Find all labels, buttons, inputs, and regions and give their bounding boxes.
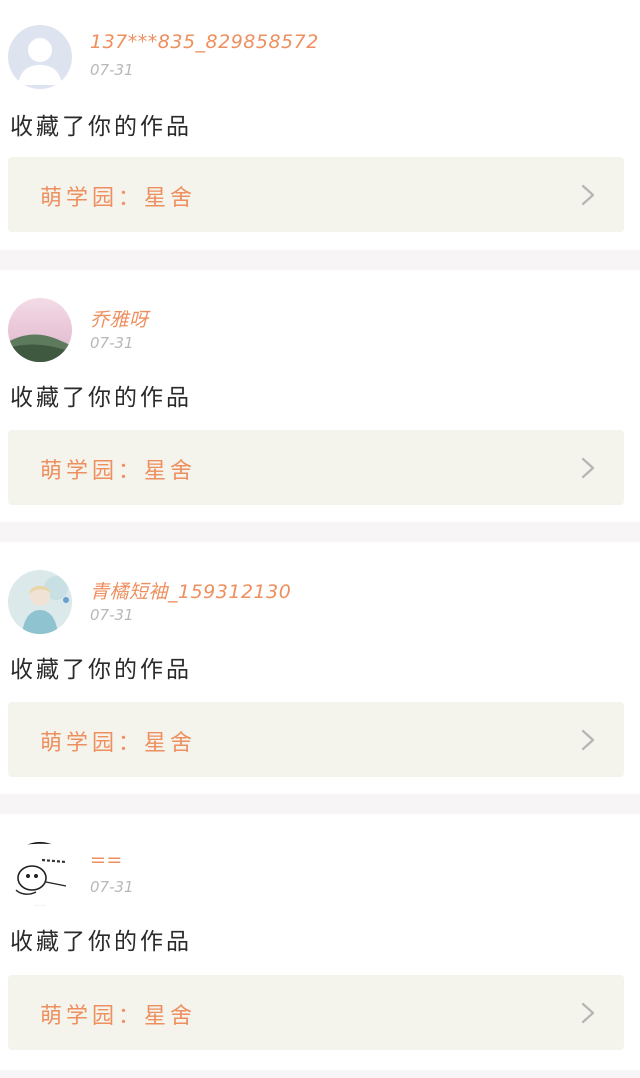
- timestamp: 07-31: [90, 334, 134, 352]
- avatar[interactable]: [8, 842, 72, 906]
- avatar[interactable]: [8, 570, 72, 634]
- work-link-button[interactable]: 萌学园：星舍: [8, 975, 624, 1050]
- avatar[interactable]: [8, 25, 72, 89]
- timestamp: 07-31: [90, 606, 134, 624]
- avatar[interactable]: [8, 298, 72, 362]
- chevron-right-icon: [580, 728, 596, 752]
- list-item: 青橘短袖_159312130 07-31 收藏了你的作品 萌学园：星舍: [0, 542, 640, 794]
- timestamp: 07-31: [90, 878, 134, 896]
- work-link-button[interactable]: 萌学园：星舍: [8, 157, 624, 232]
- username[interactable]: ==: [90, 849, 123, 871]
- action-text: 收藏了你的作品: [10, 114, 192, 140]
- chevron-right-icon: [580, 183, 596, 207]
- username[interactable]: 青橘短袖_159312130: [90, 577, 291, 604]
- sketch-character-avatar-icon: [8, 842, 72, 906]
- notification-feed: 137***835_829858572 07-31 收藏了你的作品 萌学园：星舍: [0, 0, 640, 1078]
- action-text: 收藏了你的作品: [10, 657, 192, 683]
- action-text: 收藏了你的作品: [10, 929, 192, 955]
- landscape-photo-avatar-icon: [8, 298, 72, 362]
- work-title: 萌学园：星舍: [40, 731, 197, 756]
- work-title: 萌学园：星舍: [40, 1004, 197, 1029]
- timestamp: 07-31: [90, 61, 134, 79]
- list-item: 137***835_829858572 07-31 收藏了你的作品 萌学园：星舍: [0, 0, 640, 250]
- default-user-avatar-icon: [8, 25, 72, 89]
- chevron-right-icon: [580, 456, 596, 480]
- work-title: 萌学园：星舍: [40, 459, 197, 484]
- list-item: 乔雅呀 07-31 收藏了你的作品 萌学园：星舍: [0, 270, 640, 522]
- work-link-button[interactable]: 萌学园：星舍: [8, 702, 624, 777]
- illustrated-girl-avatar-icon: [8, 570, 72, 634]
- chevron-right-icon: [580, 1001, 596, 1025]
- work-title: 萌学园：星舍: [40, 186, 197, 211]
- list-item: == 07-31 收藏了你的作品 萌学园：星舍: [0, 814, 640, 1070]
- action-text: 收藏了你的作品: [10, 385, 192, 411]
- username[interactable]: 137***835_829858572: [90, 31, 319, 53]
- work-link-button[interactable]: 萌学园：星舍: [8, 430, 624, 505]
- username[interactable]: 乔雅呀: [90, 305, 149, 332]
